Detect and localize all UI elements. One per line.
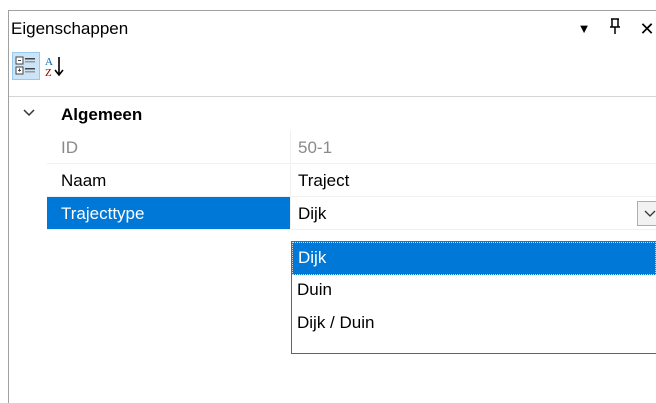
chevron-down-icon[interactable] [23, 107, 35, 119]
alphabetical-sort-button[interactable]: A Z [41, 52, 69, 80]
property-name: Trajecttype [61, 204, 145, 223]
dropdown-option-duin[interactable]: Duin [292, 275, 656, 308]
property-name: ID [61, 138, 78, 157]
pin-icon[interactable] [605, 17, 625, 41]
grid-margin [9, 197, 47, 230]
property-name-cell[interactable]: ID [47, 131, 291, 164]
category-row[interactable]: Algemeen [9, 98, 656, 131]
combobox-value: Dijk [298, 204, 327, 223]
trajecttype-dropdown-list[interactable]: Dijk Duin Dijk / Duin [291, 241, 656, 354]
close-icon[interactable]: ✕ [637, 17, 656, 41]
grid-margin [9, 164, 47, 197]
grid-margin [9, 98, 47, 131]
caret-down-icon[interactable]: ▼ [574, 17, 594, 41]
property-name: Naam [61, 171, 107, 190]
chevron-down-icon [644, 210, 656, 217]
trajecttype-combobox[interactable]: Dijk [292, 197, 656, 230]
property-grid: Algemeen ID 50-1 Naam Traject Trajecttyp… [9, 98, 656, 230]
grid-margin [9, 131, 47, 164]
property-name-cell-selected[interactable]: Trajecttype [47, 197, 291, 230]
property-row-trajecttype[interactable]: Trajecttype Dijk [9, 197, 656, 230]
dropdown-option-dijk[interactable]: Dijk [292, 242, 656, 275]
panel-title: Eigenschappen [11, 19, 129, 38]
combobox-dropdown-button[interactable] [637, 201, 656, 226]
property-value: Traject [298, 171, 350, 190]
option-label: Duin [297, 280, 332, 299]
dropdown-option-dijk-duin[interactable]: Dijk / Duin [292, 308, 656, 341]
property-name-cell[interactable]: Naam [47, 164, 291, 197]
property-toolbar: A Z [9, 47, 656, 97]
option-label: Dijk [298, 248, 327, 267]
property-value-cell[interactable]: 50-1 [292, 131, 656, 164]
category-label: Algemeen [61, 105, 143, 124]
option-label: Dijk / Duin [297, 313, 375, 332]
sort-az-icon: A Z [45, 56, 64, 79]
categorized-view-button[interactable] [12, 52, 40, 80]
property-value: 50-1 [298, 138, 333, 157]
categorized-view-icon [15, 56, 35, 75]
property-row-id[interactable]: ID 50-1 [9, 131, 656, 164]
property-row-naam[interactable]: Naam Traject [9, 164, 656, 197]
svg-text:Z: Z [45, 67, 52, 79]
panel-titlebar: Eigenschappen ▼ ✕ [9, 11, 656, 47]
property-value-cell[interactable]: Traject [292, 164, 656, 197]
